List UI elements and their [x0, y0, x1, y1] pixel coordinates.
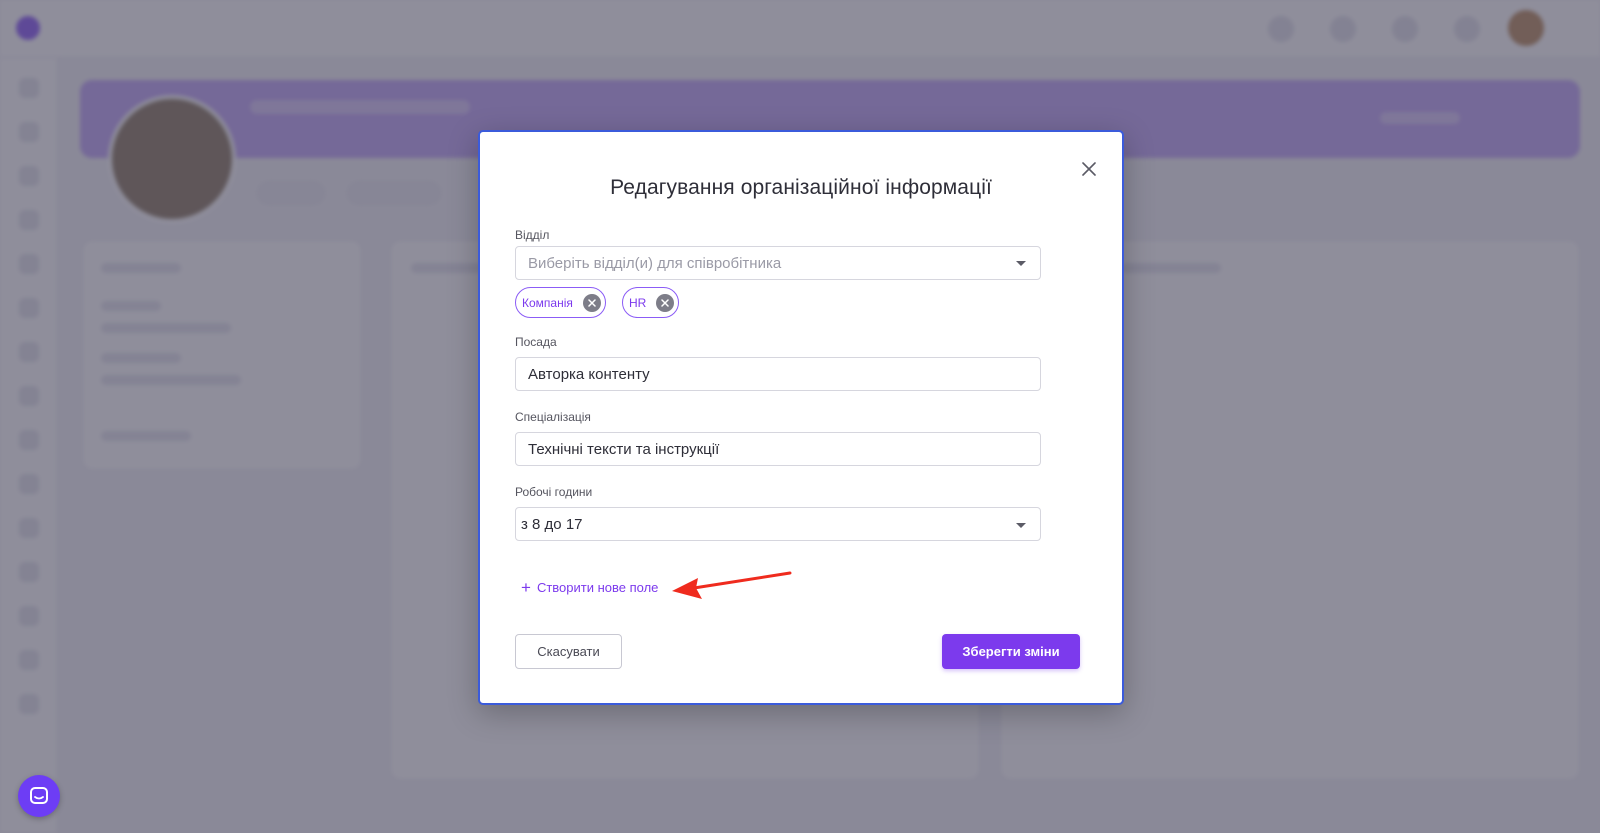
department-label: Відділ [515, 228, 550, 242]
plus-icon: + [521, 578, 531, 597]
save-changes-button[interactable]: Зберегти зміни [942, 634, 1080, 669]
chat-launcher-button[interactable] [18, 775, 60, 817]
work-hours-value: з 8 до 17 [521, 515, 583, 533]
remove-circle-icon[interactable] [582, 293, 601, 312]
department-tag-label: Компанія [522, 295, 573, 310]
specialization-value: Технічні тексти та інструкції [528, 440, 720, 458]
position-label: Посада [515, 335, 557, 349]
specialization-input[interactable]: Технічні тексти та інструкції [515, 432, 1041, 466]
position-input[interactable]: Авторка контенту [515, 357, 1041, 391]
department-tag: Компанія [515, 287, 606, 318]
specialization-label: Спеціалізація [515, 410, 591, 424]
caret-down-icon [1016, 523, 1026, 528]
cancel-button[interactable]: Скасувати [515, 634, 622, 669]
work-hours-label: Робочі години [515, 485, 593, 499]
create-new-field-label: Створити нове поле [536, 580, 659, 595]
department-select[interactable]: Виберіть відділ(и) для співробітника [515, 246, 1041, 280]
position-value: Авторка контенту [528, 365, 650, 383]
close-icon [1082, 162, 1096, 176]
caret-down-icon [1016, 261, 1026, 266]
chat-icon [30, 787, 48, 804]
remove-circle-icon[interactable] [656, 293, 675, 312]
department-placeholder: Виберіть відділ(и) для співробітника [528, 254, 782, 272]
department-tag-label: HR [629, 295, 647, 310]
red-arrow-icon [672, 571, 792, 599]
create-new-field-link[interactable]: + Створити нове поле [521, 579, 658, 596]
work-hours-select[interactable]: з 8 до 17 [515, 507, 1041, 541]
department-tag: HR [622, 287, 680, 318]
modal-title: Редагування організаційної інформації [610, 176, 992, 199]
